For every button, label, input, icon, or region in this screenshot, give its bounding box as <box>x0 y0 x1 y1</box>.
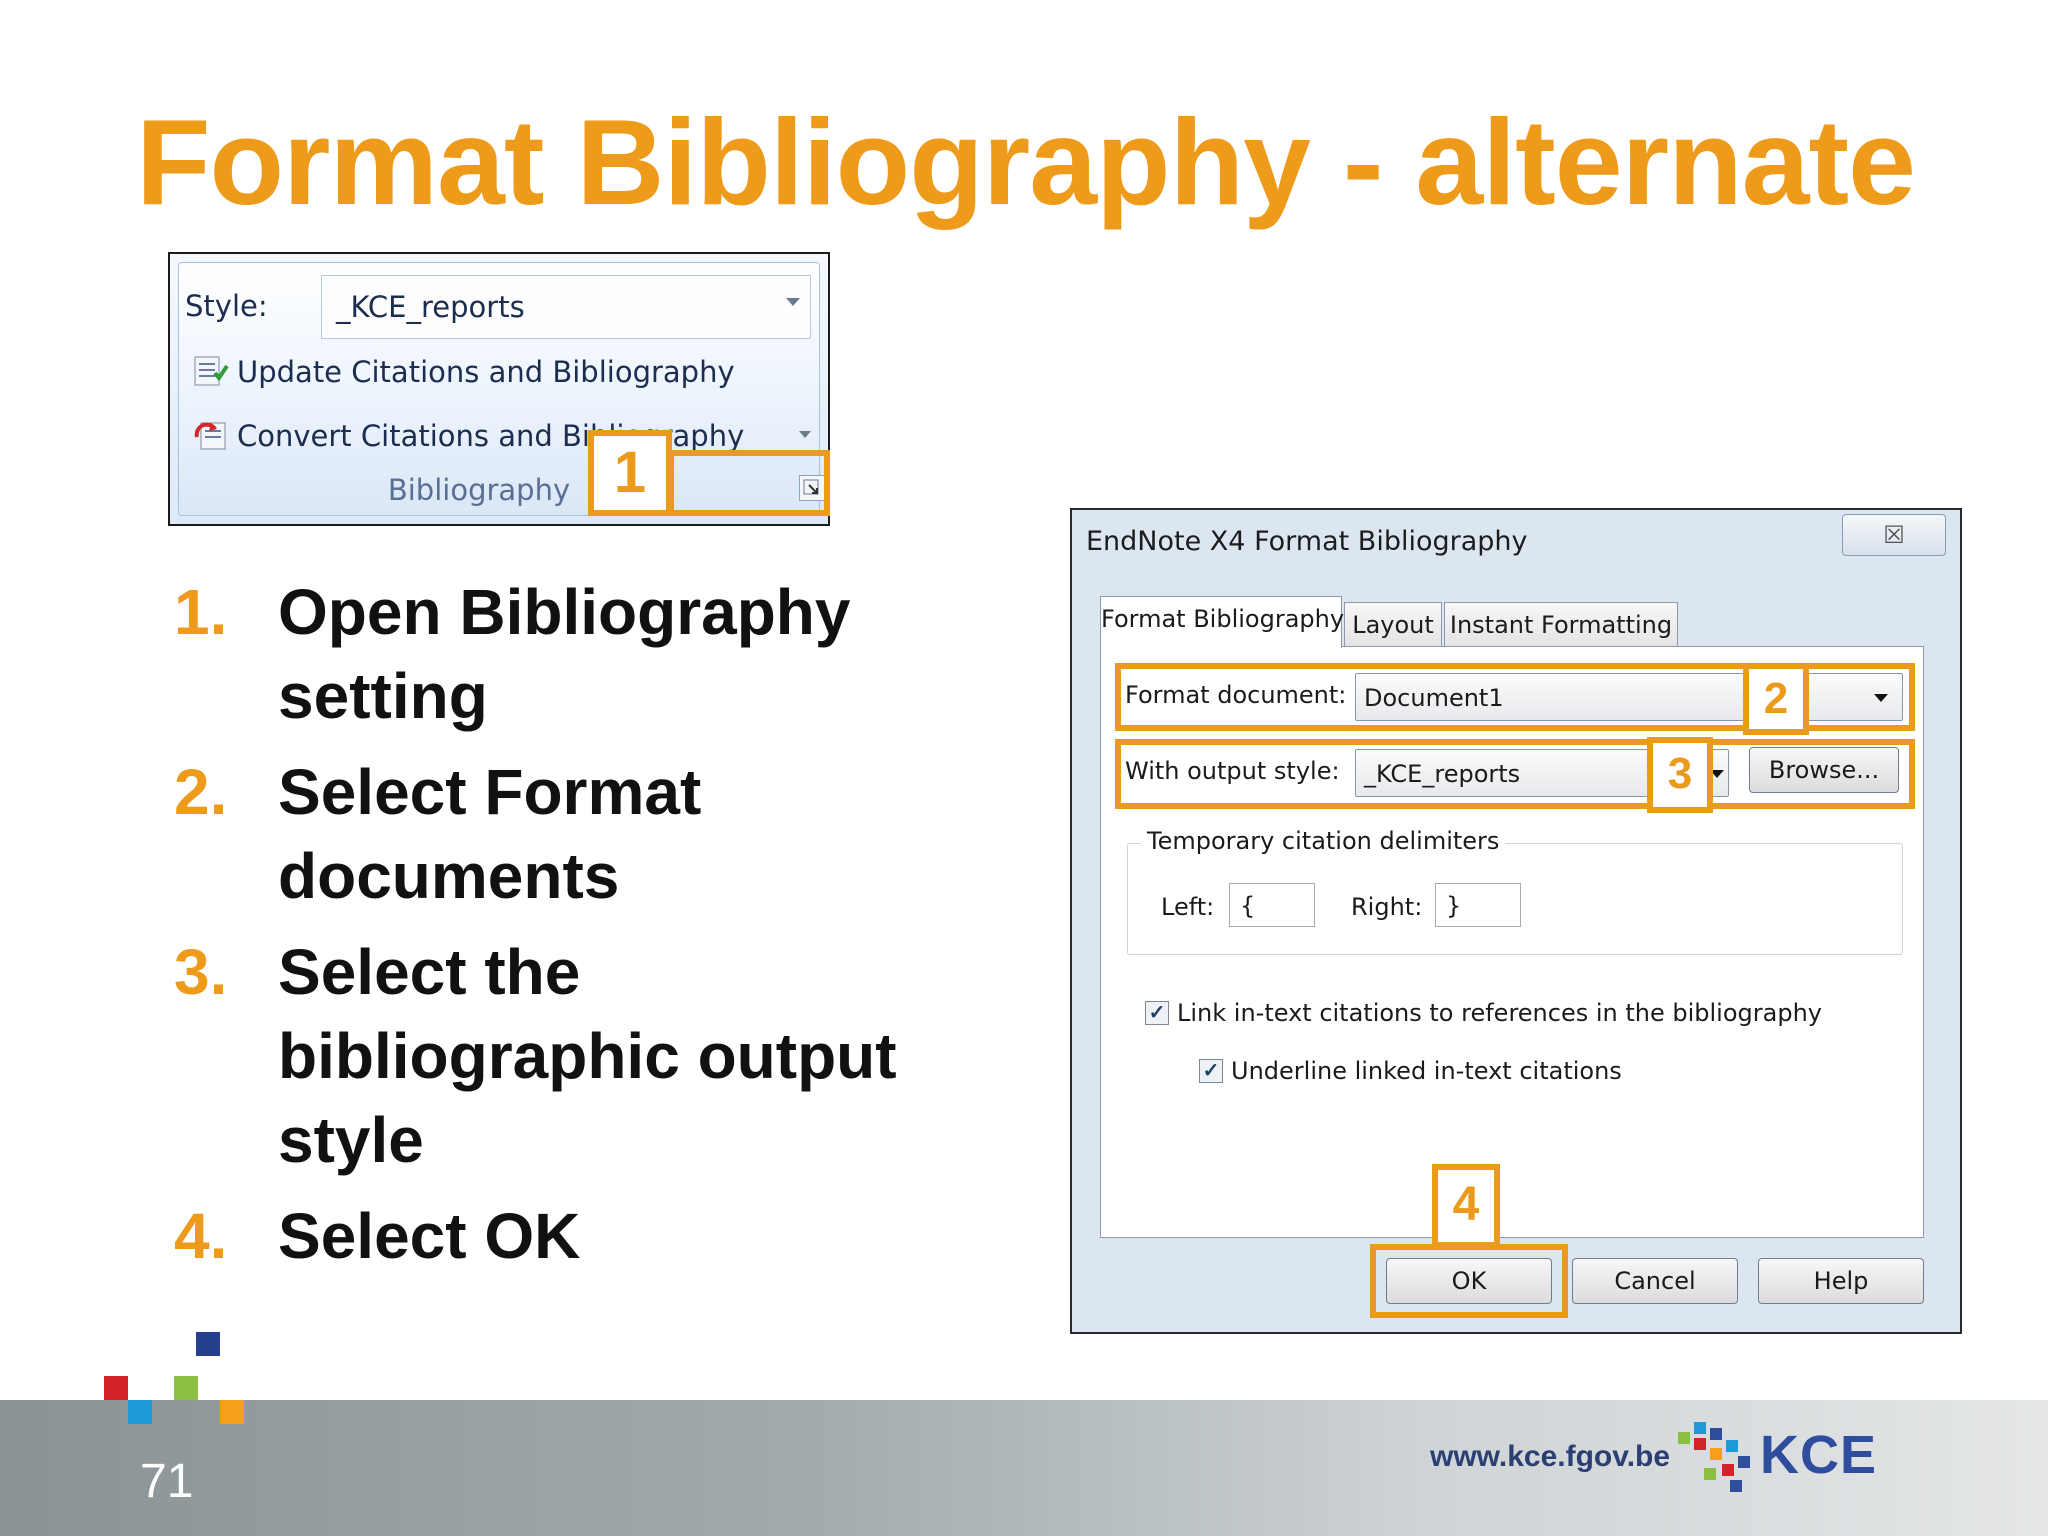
step-text: Select Format documents <box>278 756 702 912</box>
format-bibliography-dialog: EndNote X4 Format Bibliography ☒ Format … <box>1070 508 1962 1334</box>
step-number: 3. <box>174 936 228 1008</box>
tab-layout[interactable]: Layout <box>1344 602 1442 648</box>
style-value: _KCE_reports <box>336 290 525 324</box>
update-citations-icon <box>193 353 229 389</box>
callout-1-highlight <box>668 450 830 516</box>
step-item: 2. Select Format documents <box>170 750 970 918</box>
logo-square <box>174 1376 198 1400</box>
page-number: 71 <box>140 1455 194 1508</box>
step-item: 3. Select the bibliographic output style <box>170 930 970 1182</box>
right-delimiter-value: } <box>1446 892 1462 920</box>
right-delimiter-label: Right: <box>1351 893 1423 921</box>
tab-format-bibliography[interactable]: Format Bibliography <box>1100 596 1344 648</box>
left-delimiter-label: Left: <box>1161 893 1215 921</box>
style-dropdown[interactable]: _KCE_reports <box>321 275 811 339</box>
logo-square <box>128 1400 152 1424</box>
step-text: Open Bibliography setting <box>278 576 851 732</box>
callout-3: 3 <box>1647 737 1713 813</box>
tab-panel: Format document: Document1 2 With output… <box>1100 646 1924 1238</box>
help-button[interactable]: Help <box>1758 1258 1924 1304</box>
link-citations-checkbox[interactable]: ✓ <box>1145 1001 1169 1025</box>
step-number: 1. <box>174 576 228 648</box>
right-delimiter-input[interactable]: } <box>1435 883 1521 927</box>
step-number: 2. <box>174 756 228 828</box>
callout-2: 2 <box>1743 663 1809 735</box>
footer-url: www.kce.fgov.be <box>1430 1440 1671 1473</box>
step-text: Select the bibliographic output style <box>278 936 897 1176</box>
callout-1: 1 <box>588 430 672 516</box>
step-number: 4. <box>174 1200 228 1272</box>
link-citations-label: Link in-text citations to references in … <box>1177 999 1822 1027</box>
callout-4: 4 <box>1432 1164 1500 1248</box>
steps-list: 1. Open Bibliography setting 2. Select F… <box>170 570 970 1290</box>
update-citations-button[interactable]: Update Citations and Bibliography <box>237 355 735 389</box>
logo-square <box>196 1332 220 1356</box>
underline-citations-checkbox[interactable]: ✓ <box>1199 1059 1223 1083</box>
delimiters-group-label: Temporary citation delimiters <box>1141 827 1506 855</box>
logo-square <box>220 1400 244 1424</box>
style-label: Style: <box>185 289 268 323</box>
callout-3-highlight <box>1115 739 1915 809</box>
chevron-down-icon <box>799 431 811 438</box>
tab-instant-formatting[interactable]: Instant Formatting <box>1444 602 1678 648</box>
convert-citations-icon <box>193 417 229 453</box>
left-delimiter-input[interactable]: { <box>1229 883 1315 927</box>
kce-logo-icon <box>1664 1418 1756 1498</box>
underline-citations-label: Underline linked in-text citations <box>1231 1057 1622 1085</box>
step-text: Select OK <box>278 1200 581 1272</box>
left-delimiter-value: { <box>1240 892 1256 920</box>
logo-square <box>104 1376 128 1400</box>
close-button[interactable]: ☒ <box>1842 514 1946 556</box>
slide-title: Format Bibliography - alternate <box>136 94 1916 230</box>
chevron-down-icon <box>786 298 800 306</box>
step-item: 1. Open Bibliography setting <box>170 570 970 738</box>
close-icon: ☒ <box>1883 522 1905 549</box>
cancel-button[interactable]: Cancel <box>1572 1258 1738 1304</box>
kce-logo-text: KCE <box>1760 1425 1878 1485</box>
step-item: 4. Select OK <box>170 1194 970 1278</box>
dialog-title: EndNote X4 Format Bibliography <box>1086 526 1528 557</box>
callout-4-highlight <box>1370 1244 1568 1318</box>
